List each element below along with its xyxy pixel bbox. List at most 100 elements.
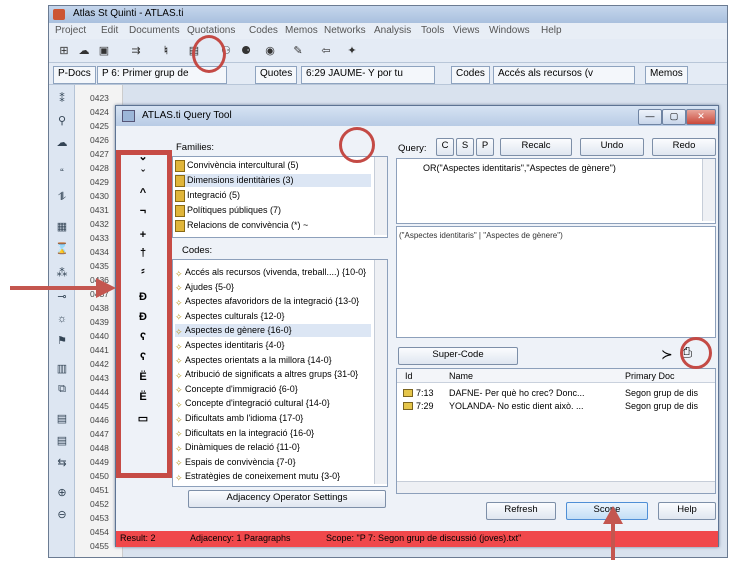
maximize-button[interactable]: ▢ [662, 109, 686, 125]
panel-icon[interactable]: ▥ [54, 361, 70, 377]
redo-button[interactable]: Redo [652, 138, 716, 156]
code-dropdown[interactable]: Accés als recursos (v [493, 66, 635, 84]
menu-windows[interactable]: Windows [489, 25, 530, 36]
header-id[interactable]: Id [405, 371, 413, 381]
comment-icon[interactable]: ☁ [54, 135, 70, 151]
families-list[interactable]: Convivència intercultural (5) Dimensions … [172, 156, 388, 238]
menu-memos[interactable]: Memos [285, 25, 318, 36]
undo-button[interactable]: Undo [580, 138, 644, 156]
network-icon[interactable]: ⊞ [57, 44, 71, 58]
grid-icon[interactable]: ▦ [54, 219, 70, 235]
minimize-button[interactable]: — [638, 109, 662, 125]
line-number: 0444 [90, 387, 109, 397]
quote-dropdown[interactable]: 6:29 JAUME- Y por tu [301, 66, 435, 84]
table-row[interactable]: 7:29 YOLANDA- No estic dient això. ... S… [397, 400, 715, 413]
header-primary-doc[interactable]: Primary Doc [625, 371, 675, 381]
menu-help[interactable]: Help [541, 25, 562, 36]
menu-views[interactable]: Views [453, 25, 480, 36]
code-item[interactable]: ✧ Dificultats en la integració {16-0} [175, 427, 371, 440]
code-item[interactable]: ✧ Aspectes de gènere {16-0} [175, 324, 371, 338]
results-hscrollbar[interactable] [397, 481, 715, 493]
header-name[interactable]: Name [449, 371, 473, 381]
zoom-icon[interactable]: ⚲ [54, 113, 70, 129]
family-item[interactable]: Polítiques públiques (7) [175, 204, 371, 217]
menu-analysis[interactable]: Analysis [374, 25, 411, 36]
line-number: 0450 [90, 471, 109, 481]
panel-p-icon[interactable]: ⧉ [54, 381, 70, 397]
flag-icon[interactable]: ⚑ [54, 333, 70, 349]
code-tool-icon[interactable]: ⁑ [54, 91, 70, 107]
pdocs-button[interactable]: P-Docs [53, 66, 96, 84]
help-button[interactable]: Help [658, 502, 716, 520]
code-label: Concepte d'immigració {6-0} [185, 383, 298, 394]
globe-icon[interactable]: ◉ [263, 44, 277, 58]
super-code-button[interactable]: Super-Code [398, 347, 518, 365]
import-icon[interactable]: ⇉ [129, 44, 143, 58]
sun-icon[interactable]: ☼ [54, 311, 70, 327]
recalc-button[interactable]: Recalc [500, 138, 572, 156]
memos-button[interactable]: Memos [645, 66, 688, 84]
doc2-icon[interactable]: ▤ [54, 433, 70, 449]
transfer-icon[interactable]: ⇆ [54, 455, 70, 471]
code-item[interactable]: ✧ Aspectes orientats a la millora {14-0} [175, 354, 371, 367]
menu-codes[interactable]: Codes [249, 25, 278, 36]
code-item[interactable]: ✧ Estratègies de coneixement mutu {3-0} [175, 470, 371, 483]
menu-project[interactable]: Project [55, 25, 86, 36]
code-icon: ✧ [175, 414, 183, 425]
zoom-out-icon[interactable]: ⊖ [54, 507, 70, 523]
family-item[interactable]: Dimensions identitàries (3) [175, 174, 371, 187]
code-item[interactable]: ✧ Accés als recursos (vivenda, treball...… [175, 266, 371, 279]
family-item[interactable]: Integració (5) [175, 189, 371, 202]
menu-edit[interactable]: Edit [101, 25, 118, 36]
code-item[interactable]: ✧ Aspectes culturals {12-0} [175, 310, 371, 323]
code-item[interactable]: ✧ Concepte d'integració cultural {14-0} [175, 397, 371, 410]
code-item[interactable]: ✧ Dinàmiques de relació {11-0} [175, 441, 371, 454]
code-icon: ✧ [175, 283, 183, 294]
code-item[interactable]: ✧ Concepte d'immigració {6-0} [175, 383, 371, 396]
table-row[interactable]: 7:13 DAFNE- Per què ho crec? Donc... Seg… [397, 387, 715, 400]
menu-tools[interactable]: Tools [421, 25, 444, 36]
hourglass-icon[interactable]: ⌛ [54, 241, 70, 257]
quote-open-icon[interactable]: “ [54, 165, 70, 181]
refresh-button[interactable]: Refresh [486, 502, 556, 520]
adjacency-operator-settings-button[interactable]: Adjacency Operator Settings [188, 490, 386, 508]
menu-networks[interactable]: Networks [324, 25, 366, 36]
family-item[interactable]: Relacions de convivència (*) ~ [175, 219, 371, 232]
codes-list[interactable]: ✧ Accés als recursos (vivenda, treball...… [172, 259, 388, 487]
code-item[interactable]: ✧ Ajudes {5-0} [175, 281, 371, 294]
close-button[interactable]: ✕ [686, 109, 716, 125]
code-list-icon[interactable]: ⁂ [54, 265, 70, 281]
query-c-button[interactable]: C [436, 138, 454, 156]
code-icon: ✧ [175, 458, 183, 469]
menu-bar: Project Edit Documents Quotations Codes … [49, 23, 727, 39]
line-number: 0452 [90, 499, 109, 509]
quotes-button[interactable]: Quotes [255, 66, 298, 84]
query-s-button[interactable]: S [456, 138, 474, 156]
codes-scrollbar[interactable] [374, 260, 387, 484]
wand-icon[interactable]: ✦ [345, 44, 359, 58]
query-scrollbar[interactable] [702, 159, 715, 221]
family-icon [175, 189, 185, 202]
query-text: OR("Aspectes identitaris","Aspectes de g… [423, 163, 616, 173]
query-p-button[interactable]: P [476, 138, 494, 156]
code-item[interactable]: ✧ Dificultats amb l'idioma {17-0} [175, 412, 371, 425]
code-item[interactable]: ✧ Espais de convivència {7-0} [175, 456, 371, 469]
back-arrow-icon[interactable]: ⇦ [319, 44, 333, 58]
family-item[interactable]: Convivència intercultural (5) [175, 159, 371, 172]
codes-button[interactable]: Codes [451, 66, 490, 84]
zoom-in-icon[interactable]: ⊕ [54, 485, 70, 501]
pen-icon[interactable]: ✎ [291, 44, 305, 58]
families-scrollbar[interactable] [374, 157, 387, 235]
link-icon[interactable]: ⊸ [54, 289, 70, 305]
scissors-icon[interactable]: ≻ [661, 346, 673, 363]
split-icon[interactable]: ⥮ [54, 189, 70, 205]
binoculars-icon[interactable]: ♮ [159, 44, 173, 58]
doc-icon[interactable]: ▤ [54, 411, 70, 427]
speech-icon[interactable]: ☁ [77, 44, 91, 58]
menu-documents[interactable]: Documents [129, 25, 180, 36]
save-icon[interactable]: ▣ [97, 44, 111, 58]
code-item[interactable]: ✧ Aspectes identitaris {4-0} [175, 339, 371, 352]
code-item[interactable]: ✧ Atribució de significats a altres grups… [175, 368, 371, 381]
code-manager-icon[interactable]: ⚈ [239, 44, 253, 58]
code-item[interactable]: ✧ Aspectes afavoridors de la integració {… [175, 295, 371, 308]
